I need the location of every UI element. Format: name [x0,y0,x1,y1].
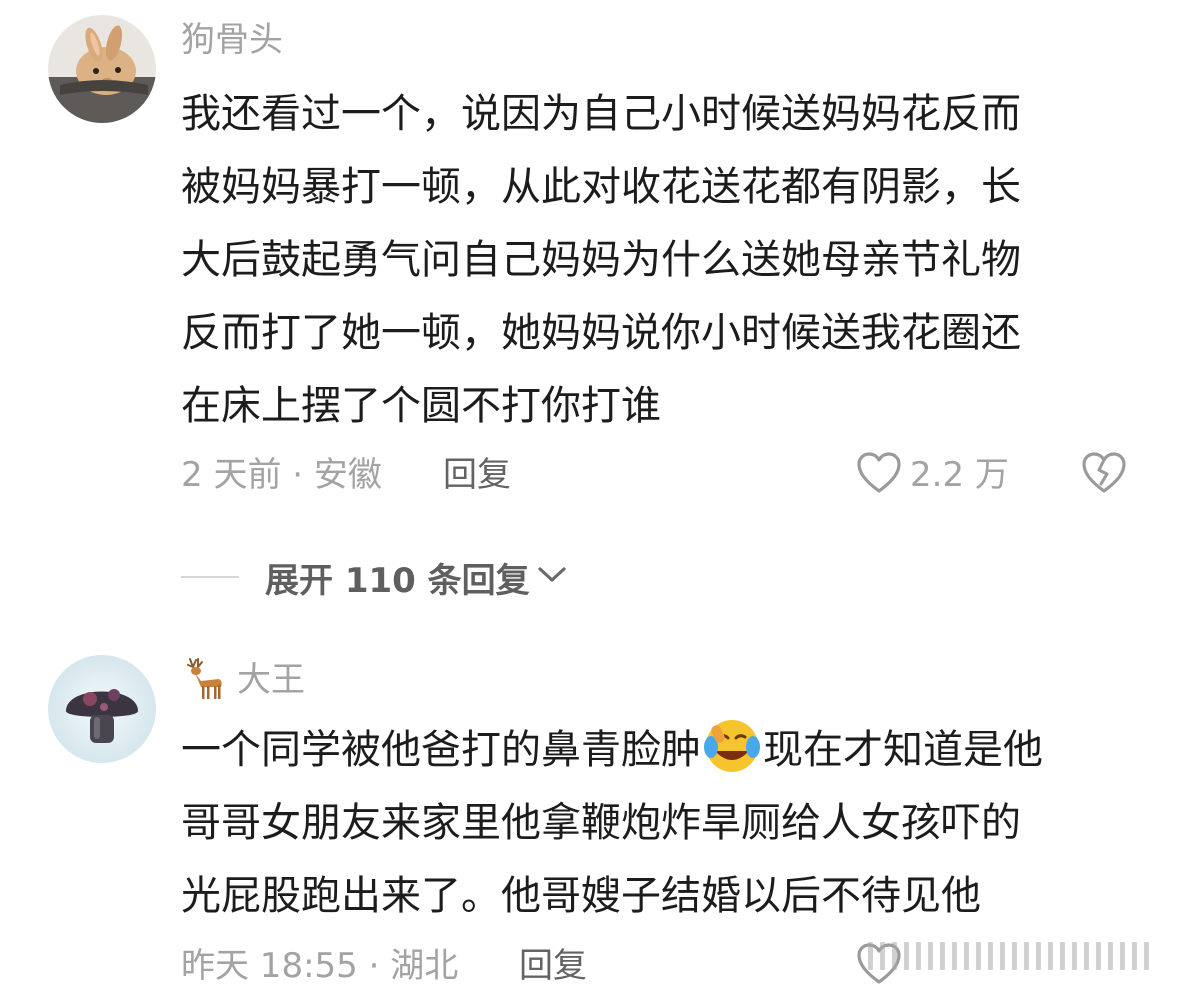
comment-text-segment: 一个同学被他爸打的鼻青脸肿 [181,727,701,773]
rabbit-avatar[interactable] [48,15,156,123]
comment-text-line: 大后鼓起勇气问自己妈妈为什么送她母亲节礼物 [181,237,1021,283]
comment-text-line: 反而打了她一顿，她妈妈说你小时候送我花圈还 [181,310,1021,356]
comment-time-location: 2 天前 · 安徽 [181,455,382,495]
like-button[interactable]: 2.2 万 [856,451,1009,499]
comment-username[interactable]: 大王 [237,660,305,700]
comment-text: 一个同学被他爸打的鼻青脸肿 现在才知道是他 哥哥女朋友来家里他拿鞭炮炸旱厕给人女… [181,714,1121,933]
comment-text-line: 我还看过一个，说因为自己小时候送妈妈花反而 [181,91,1021,137]
watermark [868,942,1149,970]
chevron-down-icon [536,565,568,589]
laughing-crying-emoji [703,717,761,775]
deer-icon [181,653,231,707]
heart-outline-icon [856,451,902,499]
mushroom-avatar[interactable] [48,655,156,763]
like-count: 2.2 万 [910,455,1009,495]
expand-replies-label: 展开 110 条回复 [265,560,530,601]
comment-text-line: 哥哥女朋友来家里他拿鞭炮炸旱厕给人女孩吓的 [181,800,1021,846]
comment-text-line: 光屁股跑出来了。他哥嫂子结婚以后不待见他 [181,873,981,919]
comment-text-line: 被妈妈暴打一顿，从此对收花送花都有阴影，长 [181,164,1021,210]
comment-text-line: 一个同学被他爸打的鼻青脸肿 现在才知道是他 [181,714,1121,787]
expand-replies-button[interactable]: 展开 110 条回复 [181,552,568,602]
comment-text-line: 在床上摆了个圆不打你打谁 [181,383,661,429]
reply-button[interactable]: 回复 [519,946,587,986]
comment-text: 我还看过一个，说因为自己小时候送妈妈花反而 被妈妈暴打一顿，从此对收花送花都有阴… [181,78,1121,443]
broken-heart-icon[interactable] [1081,451,1127,499]
divider [181,576,239,578]
comment-username[interactable]: 狗骨头 [181,20,283,60]
comment-text-segment: 现在才知道是他 [763,727,1043,773]
comment-time-location: 昨天 18:55 · 湖北 [181,946,459,986]
reply-button[interactable]: 回复 [443,455,511,495]
